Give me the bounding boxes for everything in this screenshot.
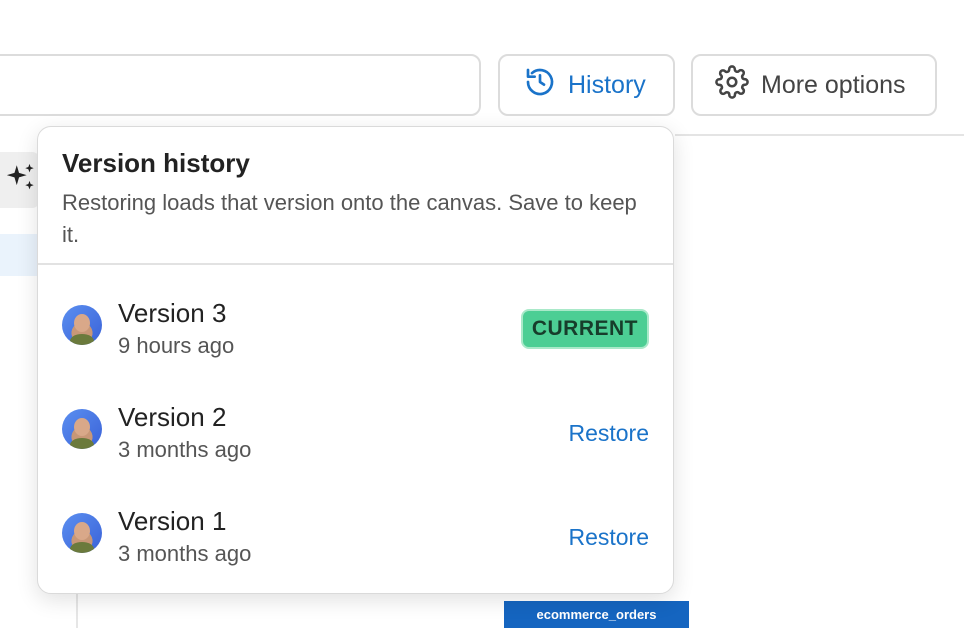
current-badge: CURRENT bbox=[520, 309, 649, 349]
gear-icon bbox=[715, 64, 749, 106]
history-icon bbox=[524, 66, 556, 105]
more-options-label: More options bbox=[761, 70, 906, 99]
sparkle-icon bbox=[4, 161, 38, 200]
version-history-popover: Version history Restoring loads that ver… bbox=[37, 126, 674, 594]
table-label-text: ecommerce_orders bbox=[536, 607, 657, 622]
avatar bbox=[62, 305, 102, 345]
avatar bbox=[62, 513, 102, 553]
version-time: 9 hours ago bbox=[118, 333, 235, 358]
restore-button[interactable]: Restore bbox=[568, 420, 649, 447]
history-label: History bbox=[568, 70, 646, 99]
search-field[interactable] bbox=[0, 54, 481, 116]
version-row: Version 2 3 months ago Restore bbox=[38, 381, 673, 485]
toolbar-divider bbox=[675, 134, 964, 136]
restore-button[interactable]: Restore bbox=[568, 524, 649, 551]
selected-list-item[interactable] bbox=[0, 234, 40, 276]
version-row: Version 3 9 hours ago CURRENT bbox=[38, 277, 673, 381]
table-label[interactable]: ecommerce_orders bbox=[504, 601, 689, 628]
version-name: Version 3 bbox=[118, 298, 227, 328]
more-options-button[interactable]: More options bbox=[691, 54, 937, 116]
version-name: Version 1 bbox=[118, 506, 227, 536]
version-row: Version 1 3 months ago Restore bbox=[38, 485, 673, 589]
popover-description: Restoring loads that version onto the ca… bbox=[62, 190, 637, 247]
history-button[interactable]: History bbox=[498, 54, 675, 116]
version-time: 3 months ago bbox=[118, 437, 252, 462]
version-time: 3 months ago bbox=[118, 541, 252, 566]
popover-header: Version history Restoring loads that ver… bbox=[38, 127, 673, 265]
popover-title: Version history bbox=[62, 148, 250, 178]
avatar bbox=[62, 409, 102, 449]
version-name: Version 2 bbox=[118, 402, 227, 432]
ai-assist-button[interactable] bbox=[0, 152, 40, 208]
